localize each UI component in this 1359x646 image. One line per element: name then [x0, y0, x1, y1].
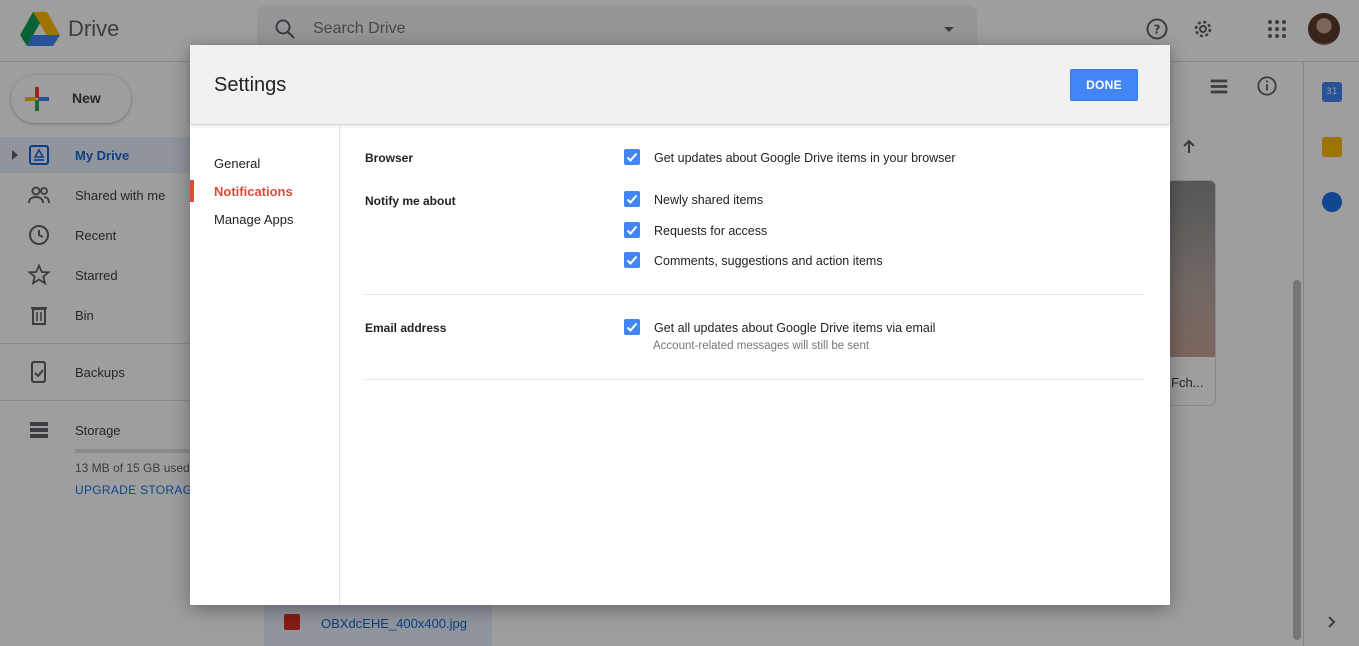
option-label: Get all updates about Google Drive items…	[654, 321, 936, 335]
comments-checkbox[interactable]	[624, 252, 640, 268]
done-button[interactable]: DONE	[1070, 69, 1138, 101]
checkmark-icon	[626, 194, 638, 204]
section-divider	[365, 294, 1145, 295]
active-menu-indicator	[190, 180, 194, 202]
menu-item-notifications[interactable]: Notifications	[214, 184, 293, 199]
menu-item-manage-apps[interactable]: Manage Apps	[214, 212, 294, 227]
dialog-title: Settings	[214, 74, 287, 96]
menu-item-general[interactable]: General	[214, 156, 260, 171]
settings-dialog: Settings DONE General Notifications Mana…	[190, 45, 1170, 605]
section-label-email: Email address	[365, 321, 447, 335]
email-updates-checkbox[interactable]	[624, 319, 640, 335]
option-note: Account-related messages will still be s…	[653, 340, 870, 352]
checkmark-icon	[626, 225, 638, 235]
checkmark-icon	[626, 322, 638, 332]
section-label-notify: Notify me about	[365, 194, 456, 208]
settings-menu: General Notifications Manage Apps	[190, 126, 340, 605]
checkmark-icon	[626, 152, 638, 162]
section-label-browser: Browser	[365, 151, 414, 165]
browser-updates-checkbox[interactable]	[624, 149, 640, 165]
newly-shared-checkbox[interactable]	[624, 191, 640, 207]
checkmark-icon	[626, 255, 638, 265]
option-label: Newly shared items	[654, 193, 764, 207]
option-label: Get updates about Google Drive items in …	[654, 151, 956, 165]
dialog-header: Settings DONE	[190, 45, 1170, 125]
requests-access-checkbox[interactable]	[624, 222, 640, 238]
option-label: Comments, suggestions and action items	[654, 254, 883, 268]
option-label: Requests for access	[654, 224, 768, 238]
section-divider	[365, 379, 1145, 380]
